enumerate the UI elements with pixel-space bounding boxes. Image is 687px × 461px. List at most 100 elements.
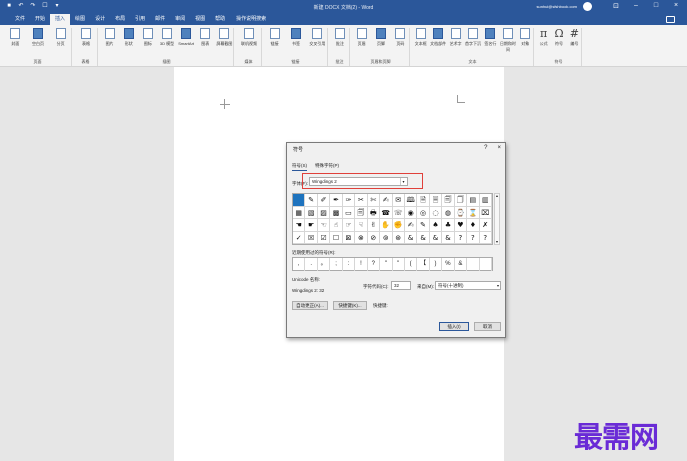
tab-symbols[interactable]: 符号(S) xyxy=(292,163,307,171)
ribbon-button[interactable]: 联机视频 xyxy=(241,28,257,47)
recent-symbol-cell[interactable] xyxy=(467,258,480,271)
restore-ribbon-icon[interactable]: ⊡ xyxy=(611,2,621,10)
ribbon-button[interactable]: π 公式 xyxy=(536,28,552,47)
symbol-cell[interactable]: & xyxy=(429,231,443,244)
insert-button[interactable]: 插入(I) xyxy=(439,322,469,331)
symbol-cell[interactable]: ✄ xyxy=(367,194,381,207)
ribbon-button[interactable]: 签名行 xyxy=(482,28,498,47)
dialog-close-icon[interactable]: × xyxy=(497,145,501,151)
symbol-cell[interactable]: ⊚ xyxy=(380,231,393,244)
ribbon-button[interactable]: SmartArt xyxy=(178,28,194,46)
tab-4[interactable]: 设计 xyxy=(90,14,110,25)
symbol-cell[interactable]: ✊ xyxy=(392,219,405,232)
symbol-cell[interactable]: ☞ xyxy=(342,219,356,232)
ribbon-button[interactable]: 空白页 xyxy=(30,28,46,47)
cancel-button[interactable]: 取消 xyxy=(474,322,501,331)
symbol-cell[interactable]: ▥ xyxy=(479,194,492,207)
symbol-cell[interactable]: ⊛ xyxy=(392,231,405,244)
tab-9[interactable]: 视图 xyxy=(190,14,210,25)
symbol-cell[interactable]: ☏ xyxy=(392,206,405,219)
recent-symbol-cell[interactable]: ; xyxy=(330,258,343,271)
symbol-cell[interactable]: & xyxy=(404,231,418,244)
ribbon-button[interactable]: 链接 xyxy=(267,28,283,47)
symbol-cell[interactable]: ? xyxy=(467,231,480,244)
ribbon-button[interactable]: 表格 xyxy=(78,28,94,47)
recent-symbol-cell[interactable] xyxy=(480,258,492,271)
help-icon[interactable]: ? xyxy=(484,145,487,151)
symbol-cell[interactable]: ♠ xyxy=(429,219,443,232)
symbol-cell[interactable]: ☑ xyxy=(317,231,331,244)
close-icon[interactable]: × xyxy=(671,2,681,10)
symbol-cell[interactable]: ☝ xyxy=(330,219,343,232)
ribbon-button[interactable]: 图片 xyxy=(102,28,118,47)
recent-symbol-cell[interactable]: , xyxy=(293,258,306,271)
ribbon-button[interactable]: Ω 符号 xyxy=(551,28,567,47)
recent-symbol-cell[interactable]: & xyxy=(455,258,468,271)
symbol-cell[interactable]: 🗍 xyxy=(454,194,468,207)
char-code-input[interactable]: 32 xyxy=(391,281,411,290)
recent-symbol-cell[interactable]: " xyxy=(393,258,405,271)
recent-symbol-cell[interactable]: ) xyxy=(430,258,443,271)
symbol-cell[interactable]: ◍ xyxy=(442,206,455,219)
ribbon-button[interactable]: # 编号 xyxy=(566,28,582,47)
symbol-cell[interactable]: ▦ xyxy=(293,206,306,219)
ribbon-button[interactable]: 文档部件 xyxy=(430,28,446,47)
avatar[interactable] xyxy=(583,2,592,11)
symbol-cell[interactable]: ♣ xyxy=(442,219,455,232)
symbol-cell[interactable]: ☚ xyxy=(293,219,306,232)
ribbon-button[interactable]: 形状 xyxy=(121,28,137,47)
symbol-cell[interactable]: ▨ xyxy=(317,206,331,219)
tab-7[interactable]: 邮件 xyxy=(150,14,170,25)
ribbon-button[interactable]: 日期和时间 xyxy=(500,28,516,53)
shortcut-key-button[interactable]: 快捷键(K)... xyxy=(333,301,367,310)
symbol-cell[interactable]: ☜ xyxy=(317,219,331,232)
recent-symbol-cell[interactable]: : xyxy=(343,258,356,271)
ribbon-button[interactable]: 艺术字 xyxy=(448,28,464,47)
recent-symbol-cell[interactable]: 【 xyxy=(417,258,430,271)
ribbon-button[interactable]: 分页 xyxy=(53,28,69,47)
symbol-cell[interactable]: ☐ xyxy=(330,231,343,244)
symbol-cell[interactable]: ⊠ xyxy=(342,231,356,244)
symbol-grid-scrollbar[interactable]: ▲ ▼ xyxy=(494,193,500,245)
symbol-cell[interactable]: ☒ xyxy=(305,231,318,244)
symbol-cell[interactable]: ▤ xyxy=(467,194,480,207)
recent-symbol-cell[interactable]: ( xyxy=(405,258,418,271)
comment-icon[interactable] xyxy=(666,16,675,23)
symbol-cell[interactable]: & xyxy=(417,231,430,244)
symbol-cell[interactable]: 🗎 xyxy=(417,194,430,207)
tab-special-characters[interactable]: 特殊字符(P) xyxy=(315,163,339,171)
tab-6[interactable]: 引用 xyxy=(130,14,150,25)
symbol-cell[interactable]: ? xyxy=(479,231,492,244)
tab-10[interactable]: 帮助 xyxy=(210,14,230,25)
symbol-cell[interactable]: ▩ xyxy=(330,206,343,219)
symbol-cell[interactable]: ✎ xyxy=(305,194,318,207)
symbol-cell[interactable]: ✒ xyxy=(330,194,343,207)
from-dropdown[interactable]: 符号(十进制) ▾ xyxy=(435,281,501,290)
ribbon-button[interactable]: 交叉引用 xyxy=(309,28,325,47)
ribbon-button[interactable]: 封面 xyxy=(7,28,23,47)
autocorrect-button[interactable]: 自动更正(A)... xyxy=(292,301,328,310)
symbol-cell[interactable]: ✍ xyxy=(404,219,418,232)
tab-2[interactable]: 插入 xyxy=(50,14,71,25)
ribbon-button[interactable]: 页脚 xyxy=(373,28,389,47)
ribbon-button[interactable]: 对象 xyxy=(517,28,533,47)
symbol-cell[interactable]: ✎ xyxy=(417,219,430,232)
symbol-cell[interactable]: ▧ xyxy=(305,206,318,219)
symbol-cell[interactable]: 🗐 xyxy=(355,206,368,219)
ribbon-button[interactable]: 批注 xyxy=(332,28,348,47)
symbol-cell[interactable]: ⌛ xyxy=(467,206,480,219)
recent-symbol-cell[interactable]: 。 xyxy=(318,258,331,271)
symbol-cell[interactable]: ✂ xyxy=(355,194,368,207)
ribbon-button[interactable]: 书签 xyxy=(288,28,304,47)
symbol-cell[interactable]: ☟ xyxy=(355,219,368,232)
ribbon-button[interactable]: 首字下沉 xyxy=(465,28,481,47)
symbol-cell[interactable]: & xyxy=(442,231,455,244)
recent-symbol-cell[interactable]: ! xyxy=(355,258,368,271)
symbol-cell[interactable]: ? xyxy=(454,231,468,244)
symbol-cell[interactable]: ✌ xyxy=(367,219,381,232)
recent-symbol-cell[interactable]: . xyxy=(305,258,318,271)
symbol-cell[interactable]: ✍ xyxy=(380,194,393,207)
symbol-cell[interactable]: ✋ xyxy=(380,219,393,232)
ribbon-button[interactable]: 文本框 xyxy=(413,28,429,47)
symbol-cell[interactable]: ▭ xyxy=(342,206,356,219)
